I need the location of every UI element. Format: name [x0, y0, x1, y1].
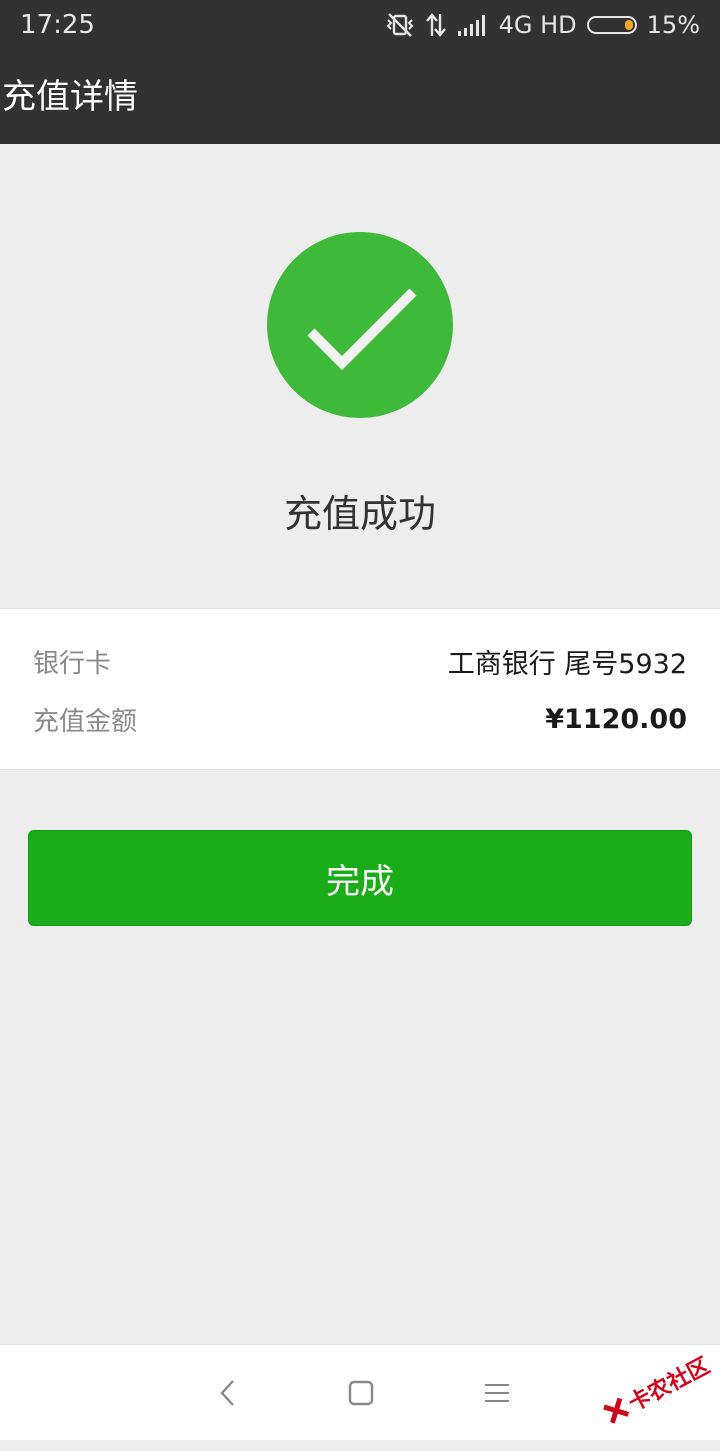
network-label: 4G HD — [498, 11, 577, 39]
status-icons: 4G HD 15% — [385, 10, 700, 40]
data-transfer-icon — [425, 12, 447, 38]
app-bar: 充值详情 — [0, 50, 720, 144]
result-message: 充值成功 — [283, 492, 436, 536]
status-bar: 17:25 4G HD 15% — [0, 0, 720, 50]
status-time: 17:25 — [20, 10, 95, 40]
battery-fill — [624, 20, 633, 30]
bank-card-row: 银行卡 工商银行 尾号5932 — [33, 641, 687, 681]
amount-row: 充值金额 ¥1120.00 — [33, 699, 687, 739]
page-title: 充值详情 — [2, 77, 138, 117]
back-icon[interactable] — [208, 1375, 248, 1411]
home-icon[interactable] — [341, 1375, 381, 1411]
amount-value: ¥1120.00 — [545, 703, 687, 735]
watermark-text: 卡农社区 — [624, 1353, 715, 1417]
detail-card: 银行卡 工商银行 尾号5932 充值金额 ¥1120.00 — [0, 608, 720, 770]
menu-icon[interactable] — [477, 1375, 517, 1411]
battery-outline — [586, 16, 637, 34]
bank-card-value: 工商银行 尾号5932 — [447, 648, 687, 680]
battery-percent: 15% — [646, 11, 700, 39]
battery-icon — [586, 16, 637, 34]
check-circle-icon — [267, 232, 453, 418]
done-button[interactable]: 完成 — [28, 830, 692, 926]
vibrate-off-icon — [385, 12, 415, 38]
signal-icon — [457, 13, 489, 37]
bank-card-label: 银行卡 — [33, 648, 112, 679]
amount-label: 充值金额 — [33, 706, 138, 737]
